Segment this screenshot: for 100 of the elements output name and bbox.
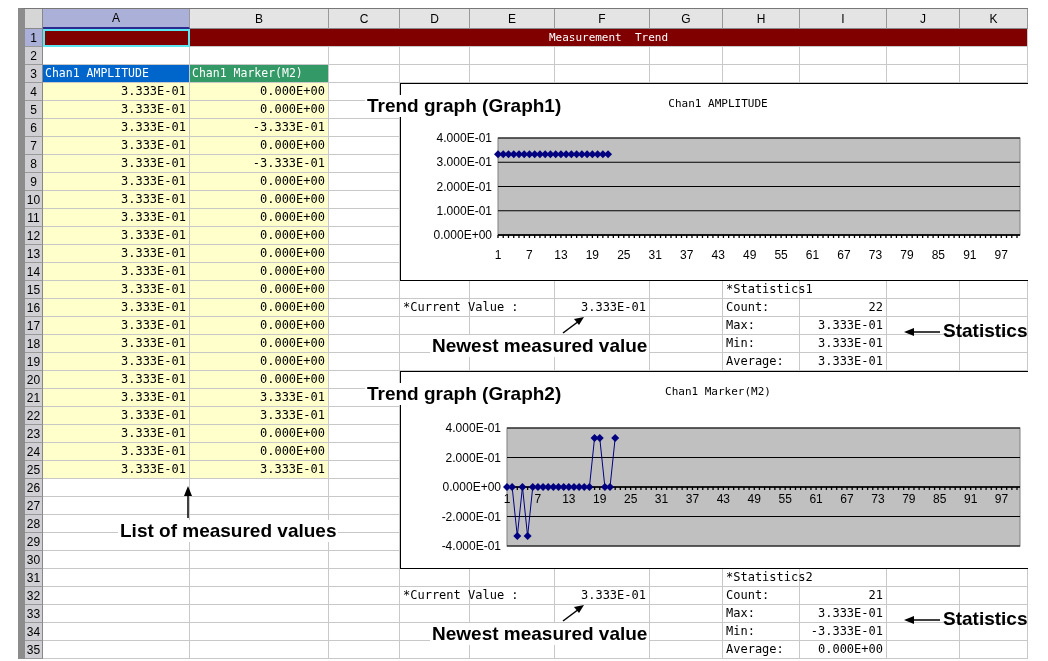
axis-label: 31 bbox=[648, 248, 662, 262]
row-header[interactable]: 29 bbox=[25, 533, 43, 551]
row-header[interactable]: 30 bbox=[25, 551, 43, 569]
row-header[interactable]: 22 bbox=[25, 407, 43, 425]
axis-label: 19 bbox=[593, 492, 607, 506]
axis-label: 1.000E-01 bbox=[436, 203, 492, 218]
row-header[interactable]: 32 bbox=[25, 587, 43, 605]
row-header[interactable]: 19 bbox=[25, 353, 43, 371]
table-cell: 0.000E+00 bbox=[190, 353, 329, 371]
row-header[interactable]: 16 bbox=[25, 299, 43, 317]
axis-label: 13 bbox=[562, 492, 576, 506]
statistic-value: 21 bbox=[800, 587, 887, 605]
statistic-value: 0.000E+00 bbox=[800, 641, 887, 659]
row-header[interactable]: 33 bbox=[25, 605, 43, 623]
row-header[interactable]: 10 bbox=[25, 191, 43, 209]
table-cell: 3.333E-01 bbox=[190, 389, 329, 407]
row-header[interactable]: 5 bbox=[25, 101, 43, 119]
table-cell: 3.333E-01 bbox=[43, 443, 190, 461]
row-header[interactable]: 25 bbox=[25, 461, 43, 479]
row-header[interactable]: 13 bbox=[25, 245, 43, 263]
axis-label: 91 bbox=[963, 492, 978, 506]
row-header[interactable]: 20 bbox=[25, 371, 43, 389]
table-cell: 3.333E-01 bbox=[43, 137, 190, 155]
column-header[interactable]: C bbox=[329, 9, 400, 29]
table-cell: 0.000E+00 bbox=[190, 191, 329, 209]
table-cell: 3.333E-01 bbox=[43, 191, 190, 209]
axis-label: 19 bbox=[585, 248, 600, 262]
column-header[interactable]: E bbox=[470, 9, 555, 29]
row-header[interactable]: 28 bbox=[25, 515, 43, 533]
table-cell: 3.333E-01 bbox=[43, 173, 190, 191]
row-header[interactable]: 9 bbox=[25, 173, 43, 191]
axis-label: 85 bbox=[933, 492, 947, 506]
column-header[interactable]: F bbox=[555, 9, 650, 29]
row-header[interactable]: 18 bbox=[25, 335, 43, 353]
current-value: 3.333E-01 bbox=[555, 587, 650, 605]
annotation-text: Statistics bbox=[942, 320, 1029, 342]
row-header[interactable]: 11 bbox=[25, 209, 43, 227]
current-value: 3.333E-01 bbox=[555, 299, 650, 317]
row-header[interactable]: 7 bbox=[25, 137, 43, 155]
row-header[interactable]: 31 bbox=[25, 569, 43, 587]
row-header[interactable]: 26 bbox=[25, 479, 43, 497]
table-cell: 3.333E-01 bbox=[43, 371, 190, 389]
column-header[interactable]: K bbox=[960, 9, 1028, 29]
row-header[interactable]: 21 bbox=[25, 389, 43, 407]
annotation-text: Newest measured value bbox=[430, 335, 650, 357]
table-cell: 3.333E-01 bbox=[43, 335, 190, 353]
row-header[interactable]: 34 bbox=[25, 623, 43, 641]
axis-label: 49 bbox=[747, 492, 761, 506]
statistic-value: 3.333E-01 bbox=[800, 317, 887, 335]
row-header[interactable]: 14 bbox=[25, 263, 43, 281]
row-header[interactable]: 4 bbox=[25, 83, 43, 101]
axis-label: 7 bbox=[526, 248, 533, 262]
column-header[interactable]: D bbox=[400, 9, 470, 29]
row-header[interactable]: 15 bbox=[25, 281, 43, 299]
row-header[interactable]: 2 bbox=[25, 47, 43, 65]
statistic-value: -3.333E-01 bbox=[800, 623, 887, 641]
axis-label: 0.000E+00 bbox=[433, 228, 492, 242]
data-point bbox=[604, 150, 613, 159]
table-cell: 0.000E+00 bbox=[190, 137, 329, 155]
axis-label: 25 bbox=[617, 248, 631, 262]
row-header[interactable]: 35 bbox=[25, 641, 43, 659]
data-point bbox=[551, 150, 560, 159]
column-title: Chan1 Marker(M2) bbox=[190, 65, 329, 83]
row-header[interactable]: 17 bbox=[25, 317, 43, 335]
chart-title: Chan1 Marker(M2) bbox=[665, 385, 771, 398]
data-point bbox=[595, 433, 604, 442]
column-header[interactable]: A bbox=[43, 9, 190, 29]
axis-label: 97 bbox=[994, 492, 1009, 506]
table-cell: 0.000E+00 bbox=[190, 281, 329, 299]
table-cell: 3.333E-01 bbox=[43, 119, 190, 137]
active-cell[interactable] bbox=[43, 29, 190, 47]
table-cell: 3.333E-01 bbox=[43, 245, 190, 263]
annotation-text: Newest measured value bbox=[430, 623, 650, 645]
row-header[interactable]: 12 bbox=[25, 227, 43, 245]
axis-label: 3.000E-01 bbox=[436, 155, 492, 170]
data-point bbox=[523, 532, 532, 541]
column-header[interactable]: B bbox=[190, 9, 329, 29]
row-header[interactable]: 24 bbox=[25, 443, 43, 461]
axis-label: 49 bbox=[742, 248, 757, 262]
column-header[interactable]: J bbox=[887, 9, 960, 29]
chart-title: Chan1 AMPLITUDE bbox=[668, 97, 768, 110]
data-point bbox=[520, 150, 529, 159]
axis-label: 79 bbox=[900, 248, 914, 262]
data-point bbox=[572, 150, 581, 159]
row-header[interactable]: 3 bbox=[25, 65, 43, 83]
column-header[interactable]: I bbox=[800, 9, 887, 29]
sheet-title: Measurement Trend bbox=[190, 29, 1028, 47]
annotation-text: List of measured values bbox=[118, 520, 339, 542]
column-header[interactable]: H bbox=[723, 9, 800, 29]
table-cell: 0.000E+00 bbox=[190, 263, 329, 281]
row-header[interactable]: 1 bbox=[25, 29, 43, 47]
row-header[interactable]: 27 bbox=[25, 497, 43, 515]
axis-label: 31 bbox=[654, 492, 669, 506]
column-header[interactable]: G bbox=[650, 9, 723, 29]
row-header[interactable]: 23 bbox=[25, 425, 43, 443]
table-cell: 3.333E-01 bbox=[43, 83, 190, 101]
row-header[interactable]: 6 bbox=[25, 119, 43, 137]
axis-label: -2.000E-01 bbox=[441, 509, 501, 524]
annotation-text: Trend graph (Graph1) bbox=[365, 95, 564, 117]
row-header[interactable]: 8 bbox=[25, 155, 43, 173]
